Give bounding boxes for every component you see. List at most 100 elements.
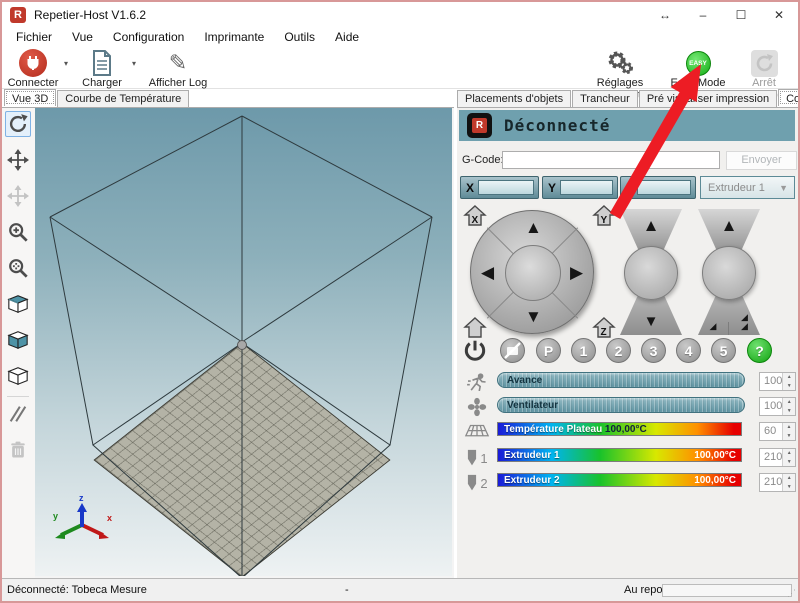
jog-y-plus-icon[interactable]: ▲: [525, 219, 542, 236]
home-y-button[interactable]: Y: [592, 204, 616, 228]
power-icon: [462, 338, 488, 364]
x-position-value: [478, 180, 534, 195]
menu-imprimante[interactable]: Imprimante: [194, 28, 274, 47]
quick-buttons-row: P 1 2 3 4 5 ?: [457, 338, 800, 366]
resize-grip[interactable]: ⋰: [787, 588, 796, 599]
retract-slow-icon[interactable]: ◢: [698, 322, 729, 335]
motor-off-icon: [501, 339, 524, 362]
svg-text:x: x: [107, 513, 112, 523]
preset-2-button[interactable]: 2: [606, 338, 631, 363]
extruder1-temp-slider[interactable]: Extrudeur 1 100,00°C: [497, 448, 742, 462]
zoom-fit-button[interactable]: [5, 255, 31, 281]
load-dropdown-caret[interactable]: ▾: [132, 59, 136, 68]
menu-outils[interactable]: Outils: [274, 28, 325, 47]
tab-trancheur[interactable]: Trancheur: [572, 90, 638, 107]
menu-vue[interactable]: Vue: [62, 28, 103, 47]
tab-courbe-temperature[interactable]: Courbe de Température: [57, 90, 189, 107]
rotate-view-button[interactable]: [5, 111, 31, 137]
retract-fast-icon[interactable]: ◢◢: [729, 313, 760, 335]
spinner-arrows-icon[interactable]: ▲▼: [782, 423, 795, 440]
close-button[interactable]: ✕: [760, 2, 798, 28]
bed-temp-spinner[interactable]: 60 ▲▼: [759, 422, 796, 441]
feedrate-row: Avance 100 ▲▼: [457, 372, 800, 394]
retract-button[interactable]: ◢ ◢◢: [698, 295, 760, 335]
spinner-arrows-icon[interactable]: ▲▼: [782, 449, 795, 466]
zoom-in-button[interactable]: [5, 219, 31, 245]
connect-dropdown-caret[interactable]: ▾: [64, 59, 68, 68]
connection-banner: R Déconnecté: [459, 110, 795, 141]
printer-bed-3d-view[interactable]: y z x: [35, 108, 452, 576]
extruder-select[interactable]: Extrudeur 1 ▼: [700, 176, 795, 199]
tab-placements-objets[interactable]: Placements d'objets: [457, 90, 571, 107]
power-button[interactable]: [462, 338, 488, 369]
tab-previsualiser[interactable]: Pré visualiser impression: [639, 90, 777, 107]
extruder2-temp-spinner[interactable]: 210 ▲▼: [759, 473, 796, 492]
fan-slider[interactable]: Ventilateur: [497, 397, 745, 413]
extrude-button[interactable]: ▲: [698, 209, 760, 249]
xy-jog-pad[interactable]: ▲ ▼ ◀ ▶: [470, 210, 594, 334]
status-connection: Déconnecté: Tobeca Mesure: [7, 584, 147, 596]
menu-aide[interactable]: Aide: [325, 28, 369, 47]
menu-configuration[interactable]: Configuration: [103, 28, 194, 47]
front-view-button[interactable]: [5, 327, 31, 353]
extruder-jog-control[interactable]: ▲ ◢ ◢◢: [698, 209, 760, 335]
menu-fichier[interactable]: Fichier: [6, 28, 62, 47]
motors-off-button[interactable]: [500, 338, 525, 363]
tab-vue-3d[interactable]: Vue 3D: [4, 89, 56, 106]
z-down-button[interactable]: ▼: [620, 295, 682, 335]
wireframe-view-button[interactable]: [5, 363, 31, 389]
send-button[interactable]: Envoyer: [726, 151, 797, 170]
park-button[interactable]: P: [536, 338, 561, 363]
feedrate-slider[interactable]: Avance: [497, 372, 745, 388]
show-log-button[interactable]: ✎ Afficher Log: [146, 49, 210, 89]
connect-button[interactable]: Connecter: [6, 49, 60, 89]
parallel-projection-button[interactable]: [5, 401, 31, 427]
y-position-display: Y: [542, 176, 618, 199]
pencil-icon: ✎: [169, 50, 187, 76]
home-z-button[interactable]: Z: [592, 316, 616, 340]
title-bar: R Repetier-Host V1.6.2 ↔ – ☐ ✕: [2, 2, 798, 28]
load-button[interactable]: Charger: [78, 49, 126, 89]
spinner-arrows-icon[interactable]: ▲▼: [782, 398, 795, 415]
z-jog-center[interactable]: [624, 246, 678, 300]
jog-center-button[interactable]: [505, 245, 561, 301]
move-object-button[interactable]: [5, 183, 31, 209]
bed-temp-row: Température Plateau 100,00°C 60 ▲▼: [457, 422, 800, 444]
extruder1-temp-spinner[interactable]: 210 ▲▼: [759, 448, 796, 467]
jog-x-plus-icon[interactable]: ▶: [570, 264, 583, 281]
home-all-button[interactable]: [463, 316, 487, 340]
move-view-button[interactable]: [5, 147, 31, 173]
minimize-button[interactable]: –: [684, 2, 722, 28]
spinner-arrows-icon[interactable]: ▲▼: [782, 474, 795, 491]
left-tab-strip: Vue 3D Courbe de Température: [4, 90, 190, 107]
iso-view-button[interactable]: [5, 291, 31, 317]
z-up-button[interactable]: ▲: [620, 209, 682, 249]
axis-position-bar: X Y Z Extrudeur 1 ▼: [460, 176, 795, 199]
fan-spinner[interactable]: 100 ▲▼: [759, 397, 796, 416]
easy-mode-button[interactable]: EASY Easy Mode: [667, 49, 729, 89]
help-button[interactable]: ?: [747, 338, 772, 363]
bed-temp-slider[interactable]: Température Plateau 100,00°C: [497, 422, 742, 436]
jog-x-minus-icon[interactable]: ◀: [481, 264, 494, 281]
jog-y-minus-icon[interactable]: ▼: [525, 308, 542, 325]
maximize-button[interactable]: ☐: [722, 2, 760, 28]
spinner-arrows-icon[interactable]: ▲▼: [782, 373, 795, 390]
preset-4-button[interactable]: 4: [676, 338, 701, 363]
gears-icon: [605, 50, 635, 76]
x-position-display: X: [460, 176, 539, 199]
gcode-input[interactable]: [502, 151, 720, 169]
tab-controle-manuel[interactable]: Contrôle Manuel: [778, 89, 800, 106]
document-icon: [91, 50, 113, 76]
delete-object-button[interactable]: [5, 437, 31, 463]
axis-indicator: y z x: [45, 493, 155, 553]
z-jog-control[interactable]: ▲ ▼: [620, 209, 682, 335]
extruder-jog-center[interactable]: [702, 246, 756, 300]
preset-3-button[interactable]: 3: [641, 338, 666, 363]
preset-5-button[interactable]: 5: [711, 338, 736, 363]
feedrate-spinner[interactable]: 100 ▲▼: [759, 372, 796, 391]
home-x-button[interactable]: X: [463, 204, 487, 228]
extruder2-temp-slider[interactable]: Extrudeur 2 100,00°C: [497, 473, 742, 487]
connection-status: Déconnecté: [504, 116, 610, 135]
easy-badge-icon: EASY: [686, 51, 711, 76]
preset-1-button[interactable]: 1: [571, 338, 596, 363]
